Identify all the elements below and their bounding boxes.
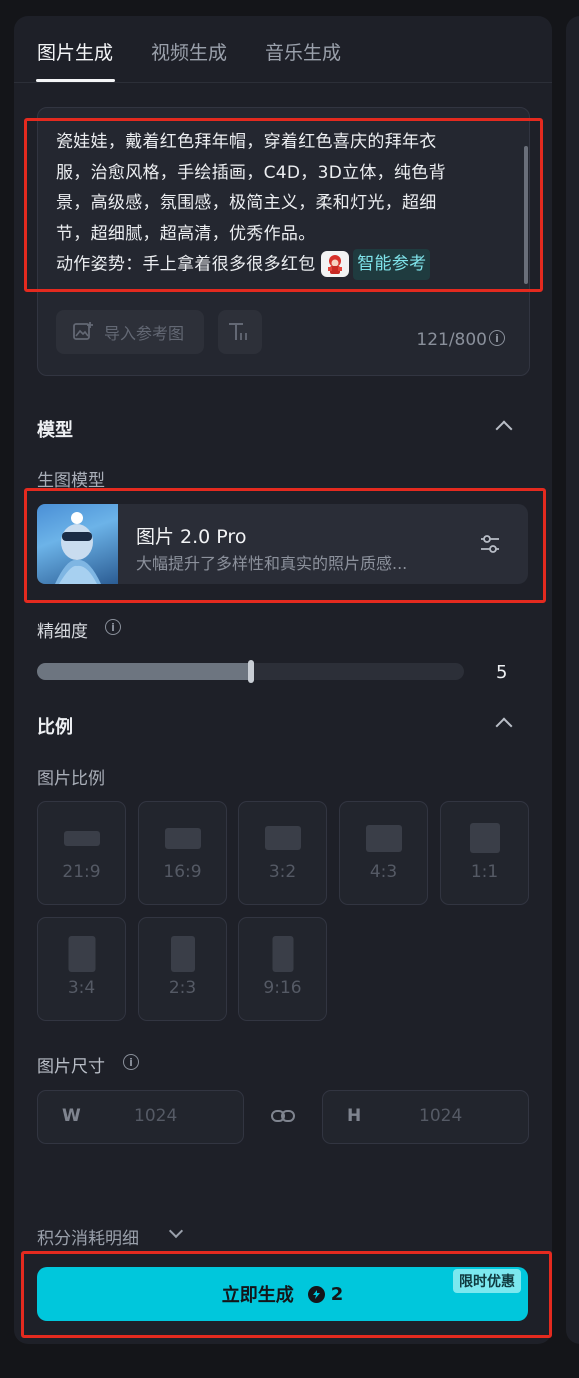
ratio-option-9-16[interactable]: 9:16 — [238, 917, 327, 1021]
ratio-label: 3:2 — [268, 862, 297, 882]
model-settings-icon[interactable] — [478, 532, 502, 560]
info-icon[interactable]: i — [123, 1054, 139, 1070]
generate-label: 立即生成 — [221, 1285, 294, 1306]
ratio-label: 9:16 — [263, 978, 302, 998]
detail-slider[interactable] — [37, 660, 464, 683]
smart-reference-chip[interactable]: 智能参考 — [321, 249, 431, 280]
ratio-option-3-2[interactable]: 3:2 — [238, 801, 327, 905]
tab-image-generation[interactable]: 图片生成 — [37, 38, 113, 65]
model-name: 图片 2.0 Pro — [136, 526, 247, 548]
prompt-text[interactable]: 瓷娃娃，戴着红色拜年帽，穿着红色喜庆的拜年衣 服，治愈风格，手绘插画，C4D，3… — [56, 127, 496, 280]
model-selector[interactable]: 图片 2.0 Pro 大幅提升了多样性和真实的照片质感... — [37, 504, 528, 584]
ratio-shape — [68, 936, 95, 972]
model-thumbnail — [37, 504, 118, 584]
slider-fill — [37, 663, 251, 680]
text-format-button[interactable] — [218, 310, 262, 354]
character-counter: 121/800 — [416, 330, 487, 350]
model-section-title: 模型 — [37, 420, 73, 441]
prompt-line-with-ref: 动作姿势：手上拿着很多很多红包 智能参考 — [56, 249, 496, 280]
chevron-up-icon[interactable] — [495, 717, 513, 735]
ratio-option-16-9[interactable]: 16:9 — [138, 801, 227, 905]
tab-music-generation[interactable]: 音乐生成 — [265, 38, 341, 65]
ratio-label: 1:1 — [470, 862, 499, 882]
ratio-shape — [469, 823, 500, 853]
generate-cost-value: 2 — [330, 1283, 344, 1305]
tab-video-generation[interactable]: 视频生成 — [151, 38, 227, 65]
ratio-label: 21:9 — [62, 862, 101, 882]
ratio-shape — [272, 936, 293, 972]
slider-handle[interactable] — [248, 660, 254, 683]
upload-reference-label: 导入参考图 — [104, 324, 185, 343]
credit-icon — [307, 1285, 325, 1303]
detail-label: 精细度 — [37, 622, 88, 642]
ratio-option-2-3[interactable]: 2:3 — [138, 917, 227, 1021]
chevron-up-icon[interactable] — [495, 420, 513, 438]
ratio-option-4-3[interactable]: 4:3 — [339, 801, 428, 905]
ratio-shape — [63, 831, 100, 846]
generate-cost: 2 — [307, 1283, 344, 1305]
adjacent-panel-edge — [566, 16, 579, 1344]
ratio-section-title: 比例 — [37, 717, 73, 738]
chevron-down-icon[interactable] — [168, 1223, 184, 1239]
size-label: 图片尺寸 — [37, 1057, 105, 1077]
detail-value: 5 — [496, 662, 508, 683]
height-axis-label: H — [347, 1106, 362, 1126]
prompt-input[interactable]: 瓷娃娃，戴着红色拜年帽，穿着红色喜庆的拜年衣 服，治愈风格，手绘插画，C4D，3… — [37, 107, 530, 376]
ratio-label: 3:4 — [67, 978, 96, 998]
active-tab-indicator — [36, 79, 115, 82]
smart-reference-label: 智能参考 — [353, 249, 431, 280]
ratio-shape — [170, 936, 195, 972]
reference-thumbnail — [321, 251, 350, 278]
height-field[interactable]: H 1024 — [322, 1090, 529, 1144]
upload-reference-button[interactable]: 导入参考图 — [56, 310, 204, 354]
width-value: 1024 — [134, 1106, 178, 1126]
info-icon[interactable]: i — [105, 619, 121, 635]
prompt-line: 动作姿势：手上拿着很多很多红包 — [56, 254, 316, 275]
ratio-shape — [164, 828, 201, 849]
prompt-line: 瓷娃娃，戴着红色拜年帽，穿着红色喜庆的拜年衣 — [56, 132, 437, 152]
prompt-line: 节，超细腻，超高清，优秀作品。 — [56, 223, 316, 244]
ratio-option-1-1[interactable]: 1:1 — [440, 801, 529, 905]
ratio-shape — [264, 826, 301, 850]
prompt-line: 服，治愈风格，手绘插画，C4D，3D立体，纯色背 — [56, 162, 446, 183]
ratio-option-3-4[interactable]: 3:4 — [37, 917, 126, 1021]
image-upload-icon — [73, 322, 93, 340]
promo-badge: 限时优惠 — [453, 1269, 521, 1293]
ratio-label: 4:3 — [369, 862, 398, 882]
width-field[interactable]: W 1024 — [37, 1090, 244, 1144]
width-axis-label: W — [62, 1106, 81, 1126]
prompt-line: 景，高级感，氛围感，极简主义，柔和灯光，超细 — [56, 193, 437, 213]
height-value: 1024 — [419, 1106, 463, 1126]
cost-details-toggle[interactable]: 积分消耗明细 — [37, 1224, 139, 1249]
tab-bar: 图片生成 视频生成 音乐生成 — [14, 16, 552, 83]
ratio-label: 2:3 — [168, 978, 197, 998]
generation-panel: 图片生成 视频生成 音乐生成 瓷娃娃，戴着红色拜年帽，穿着红色喜庆的拜年衣 服，… — [14, 16, 552, 1344]
ratio-label: 16:9 — [163, 862, 202, 882]
model-sub-label: 生图模型 — [37, 471, 105, 491]
ratio-option-21-9[interactable]: 21:9 — [37, 801, 126, 905]
link-icon[interactable] — [270, 1106, 296, 1130]
text-format-icon — [229, 323, 247, 340]
ratio-sub-label: 图片比例 — [37, 769, 105, 789]
ratio-shape — [365, 825, 402, 852]
prompt-scrollbar[interactable] — [524, 146, 528, 284]
info-icon[interactable]: i — [489, 330, 505, 346]
model-description: 大幅提升了多样性和真实的照片质感... — [136, 554, 408, 573]
